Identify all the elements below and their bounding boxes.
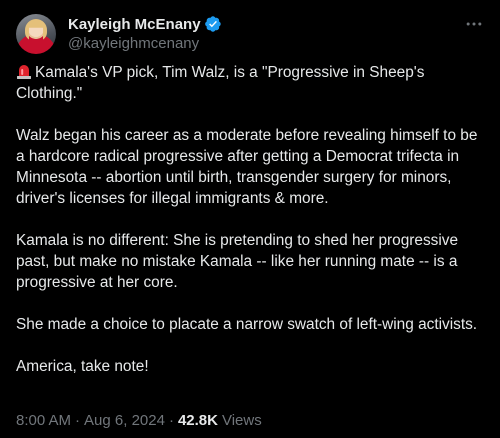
meta-separator: · xyxy=(75,412,81,429)
tweet-paragraph-4: She made a choice to placate a narrow sw… xyxy=(16,316,478,333)
tweet-date[interactable]: Aug 6, 2024 xyxy=(84,412,165,429)
tweet-text: Kamala's VP pick, Tim Walz, is a "Progre… xyxy=(16,62,486,377)
tweet-paragraph-3: Kamala is no different: She is pretendin… xyxy=(16,232,459,291)
display-name[interactable]: Kayleigh McEnany xyxy=(68,16,201,33)
tweet-paragraph-2: Walz began his career as a moderate befo… xyxy=(16,127,478,207)
tweet: Kayleigh McEnany @kayleighmcenany Kamala… xyxy=(0,0,500,438)
tweet-header: Kayleigh McEnany @kayleighmcenany xyxy=(16,12,484,56)
tweet-paragraph: Kamala's VP pick, Tim Walz, is a "Progre… xyxy=(16,62,486,104)
more-options-icon[interactable] xyxy=(464,14,484,34)
display-name-row: Kayleigh McEnany xyxy=(68,14,222,34)
tweet-paragraph-5: America, take note! xyxy=(16,358,149,375)
views-label: Views xyxy=(221,412,262,429)
verified-badge-icon xyxy=(204,16,221,32)
views-count: 42.8K xyxy=(177,412,218,429)
tweet-time[interactable]: 8:00 AM xyxy=(16,412,71,429)
tweet-meta: 8:00 AM · Aug 6, 2024 · 42.8K Views xyxy=(16,412,262,429)
avatar-hair xyxy=(25,19,47,41)
siren-emoji-icon xyxy=(17,65,31,79)
author-names: Kayleigh McEnany @kayleighmcenany xyxy=(68,14,222,52)
handle[interactable]: @kayleighmcenany xyxy=(68,35,222,52)
meta-separator: · xyxy=(168,412,174,429)
tweet-paragraph-1: Kamala's VP pick, Tim Walz, is a "Progre… xyxy=(16,64,425,102)
avatar[interactable] xyxy=(16,14,56,54)
